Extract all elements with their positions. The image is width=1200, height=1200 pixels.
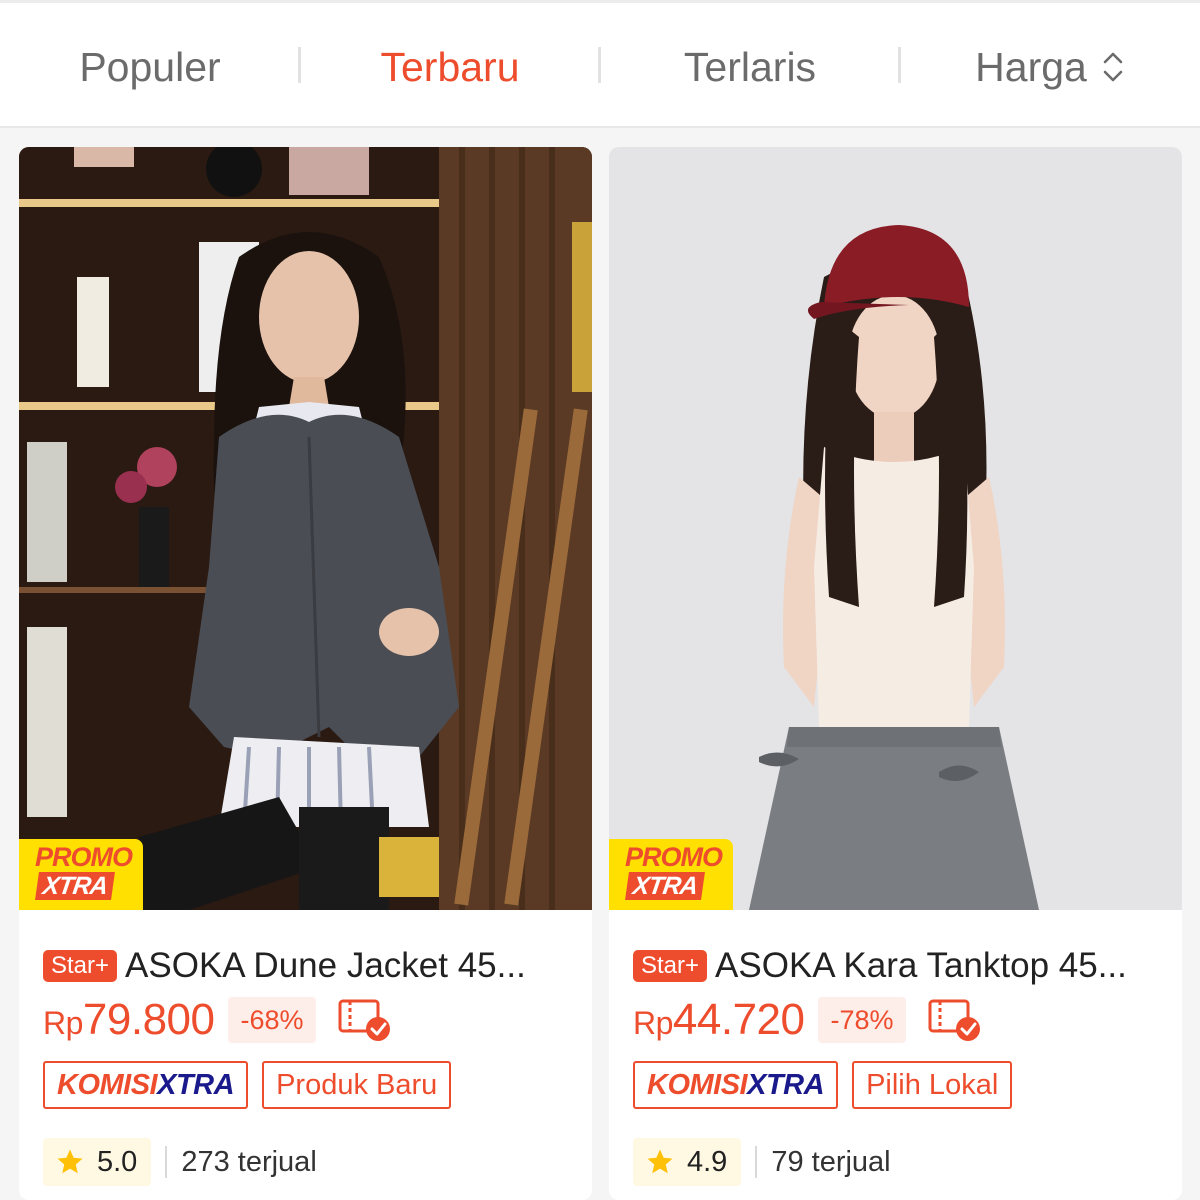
tab-label: Populer [79,43,221,90]
product-tag: Produk Baru [262,1061,452,1109]
promo-xtra-label: XTRA [35,872,116,900]
xtra-label: XTRA [747,1068,825,1101]
rating-badge: 5.0 [43,1138,152,1186]
product-price: Rp79.800 [43,995,215,1045]
meta-row: 5.0 273 terjual [43,1138,317,1186]
product-card[interactable]: PROMO XTRA Star+ ASOKA Kara Tanktop 45..… [609,147,1182,1200]
promo-label: PROMO [35,842,133,872]
product-image[interactable] [609,147,1182,910]
discount-badge: -68% [228,997,316,1043]
tag-row: KOMISI XTRA Produk Baru [43,1061,465,1109]
currency: Rp [633,1005,673,1041]
promo-xtra-badge: PROMO XTRA [19,839,143,910]
sold-count: 273 terjual [181,1145,317,1178]
star-icon [57,1149,83,1174]
sort-updown-icon [1103,52,1123,82]
divider [165,1146,168,1178]
free-shipping-icon [928,999,980,1041]
product-tag: Pilih Lokal [852,1061,1013,1109]
promo-xtra-label: XTRA [625,872,706,900]
tab-label: Terlaris [683,43,817,90]
star-plus-badge: Star+ [633,950,708,982]
tab-harga[interactable]: Harga [900,3,1200,131]
xtra-label: XTRA [157,1068,235,1101]
product-title: ASOKA Kara Tanktop 45... [715,946,1127,985]
promo-xtra-badge: PROMO XTRA [609,839,733,910]
discount-badge: -78% [818,997,906,1043]
komisi-xtra-tag: KOMISI XTRA [633,1061,839,1109]
price-value: 44.720 [672,995,805,1044]
currency: Rp [43,1005,83,1041]
star-icon [647,1149,673,1174]
price-row: Rp44.720 -78% [633,995,984,1045]
star-plus-badge: Star+ [43,950,118,982]
komisi-label: KOMISI [647,1068,748,1101]
promo-label: PROMO [625,842,723,872]
product-title: ASOKA Dune Jacket 45... [125,946,526,985]
product-title-row[interactable]: Star+ ASOKA Dune Jacket 45... [43,945,583,987]
komisi-xtra-tag: KOMISI XTRA [43,1061,249,1109]
komisi-label: KOMISI [57,1068,158,1101]
rating-value: 5.0 [97,1145,138,1178]
tab-label: Harga [975,43,1087,90]
divider [755,1146,758,1178]
price-row: Rp79.800 -68% [43,995,394,1045]
sold-count: 79 terjual [771,1145,891,1178]
tab-populer[interactable]: Populer [0,3,300,131]
sort-bar: Populer Terbaru Terlaris Harga [0,0,1200,128]
product-title-row[interactable]: Star+ ASOKA Kara Tanktop 45... [633,945,1173,987]
product-price: Rp44.720 [633,995,805,1045]
tab-terbaru[interactable]: Terbaru [300,3,600,131]
free-shipping-icon [338,999,390,1041]
rating-badge: 4.9 [633,1138,742,1186]
price-value: 79.800 [82,995,215,1044]
product-image[interactable] [19,147,592,910]
product-card[interactable]: PROMO XTRA Star+ ASOKA Dune Jacket 45...… [19,147,592,1200]
rating-value: 4.9 [687,1145,728,1178]
tag-row: KOMISI XTRA Pilih Lokal [633,1061,1026,1109]
meta-row: 4.9 79 terjual [633,1138,891,1186]
tab-label: Terbaru [380,43,520,90]
tab-terlaris[interactable]: Terlaris [600,3,900,131]
